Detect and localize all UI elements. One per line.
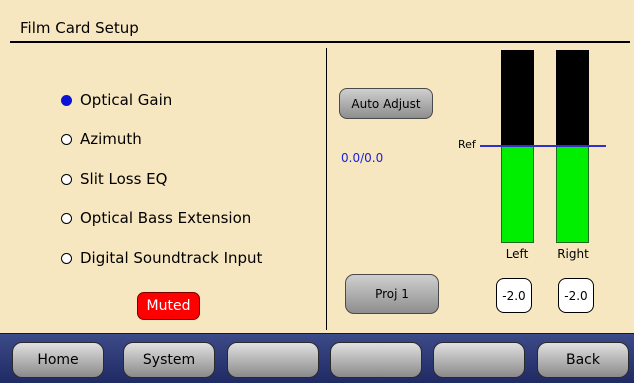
system-button[interactable]: System <box>123 342 215 378</box>
page-title: Film Card Setup <box>20 19 139 37</box>
panel-divider <box>326 48 327 330</box>
ratio-readout: 0.0/0.0 <box>341 151 384 165</box>
ref-line <box>480 145 606 147</box>
right-channel-label: Right <box>557 247 589 261</box>
left-value-box[interactable]: -2.0 <box>496 278 532 313</box>
left-meter-level <box>501 145 534 243</box>
right-meter-level <box>556 145 589 243</box>
nav-button-blank-3[interactable] <box>433 342 525 378</box>
option-label: Slit Loss EQ <box>80 170 168 188</box>
right-value-box[interactable]: -2.0 <box>558 278 594 313</box>
nav-button-blank-1[interactable] <box>227 342 319 378</box>
left-channel-label: Left <box>505 247 529 261</box>
radio-unselected-icon[interactable] <box>61 133 72 145</box>
ref-label: Ref <box>458 138 476 151</box>
radio-selected-icon[interactable] <box>61 94 72 106</box>
radio-unselected-icon[interactable] <box>61 212 72 224</box>
nav-button-blank-2[interactable] <box>330 342 422 378</box>
option-optical-gain[interactable]: Optical Gain <box>61 90 172 110</box>
left-meter-track <box>501 50 534 146</box>
home-button[interactable]: Home <box>12 342 104 378</box>
auto-adjust-button[interactable]: Auto Adjust <box>339 88 433 119</box>
title-divider <box>10 41 630 43</box>
nav-bar: Home System Back <box>0 333 634 383</box>
projector-button[interactable]: Proj 1 <box>345 274 439 314</box>
option-label: Optical Bass Extension <box>80 209 252 227</box>
option-label: Optical Gain <box>80 91 173 109</box>
muted-badge[interactable]: Muted <box>137 292 200 320</box>
option-azimuth[interactable]: Azimuth <box>61 129 142 149</box>
back-button[interactable]: Back <box>537 342 629 378</box>
screen: Film Card Setup Optical Gain Azimuth Sli… <box>0 0 634 383</box>
option-digital-soundtrack-input[interactable]: Digital Soundtrack Input <box>61 248 262 268</box>
radio-unselected-icon[interactable] <box>61 173 72 185</box>
right-meter-track <box>556 50 589 146</box>
option-slit-loss-eq[interactable]: Slit Loss EQ <box>61 169 167 189</box>
option-optical-bass-extension[interactable]: Optical Bass Extension <box>61 208 251 228</box>
option-label: Azimuth <box>80 130 142 148</box>
option-label: Digital Soundtrack Input <box>80 249 263 267</box>
radio-unselected-icon[interactable] <box>61 252 72 264</box>
